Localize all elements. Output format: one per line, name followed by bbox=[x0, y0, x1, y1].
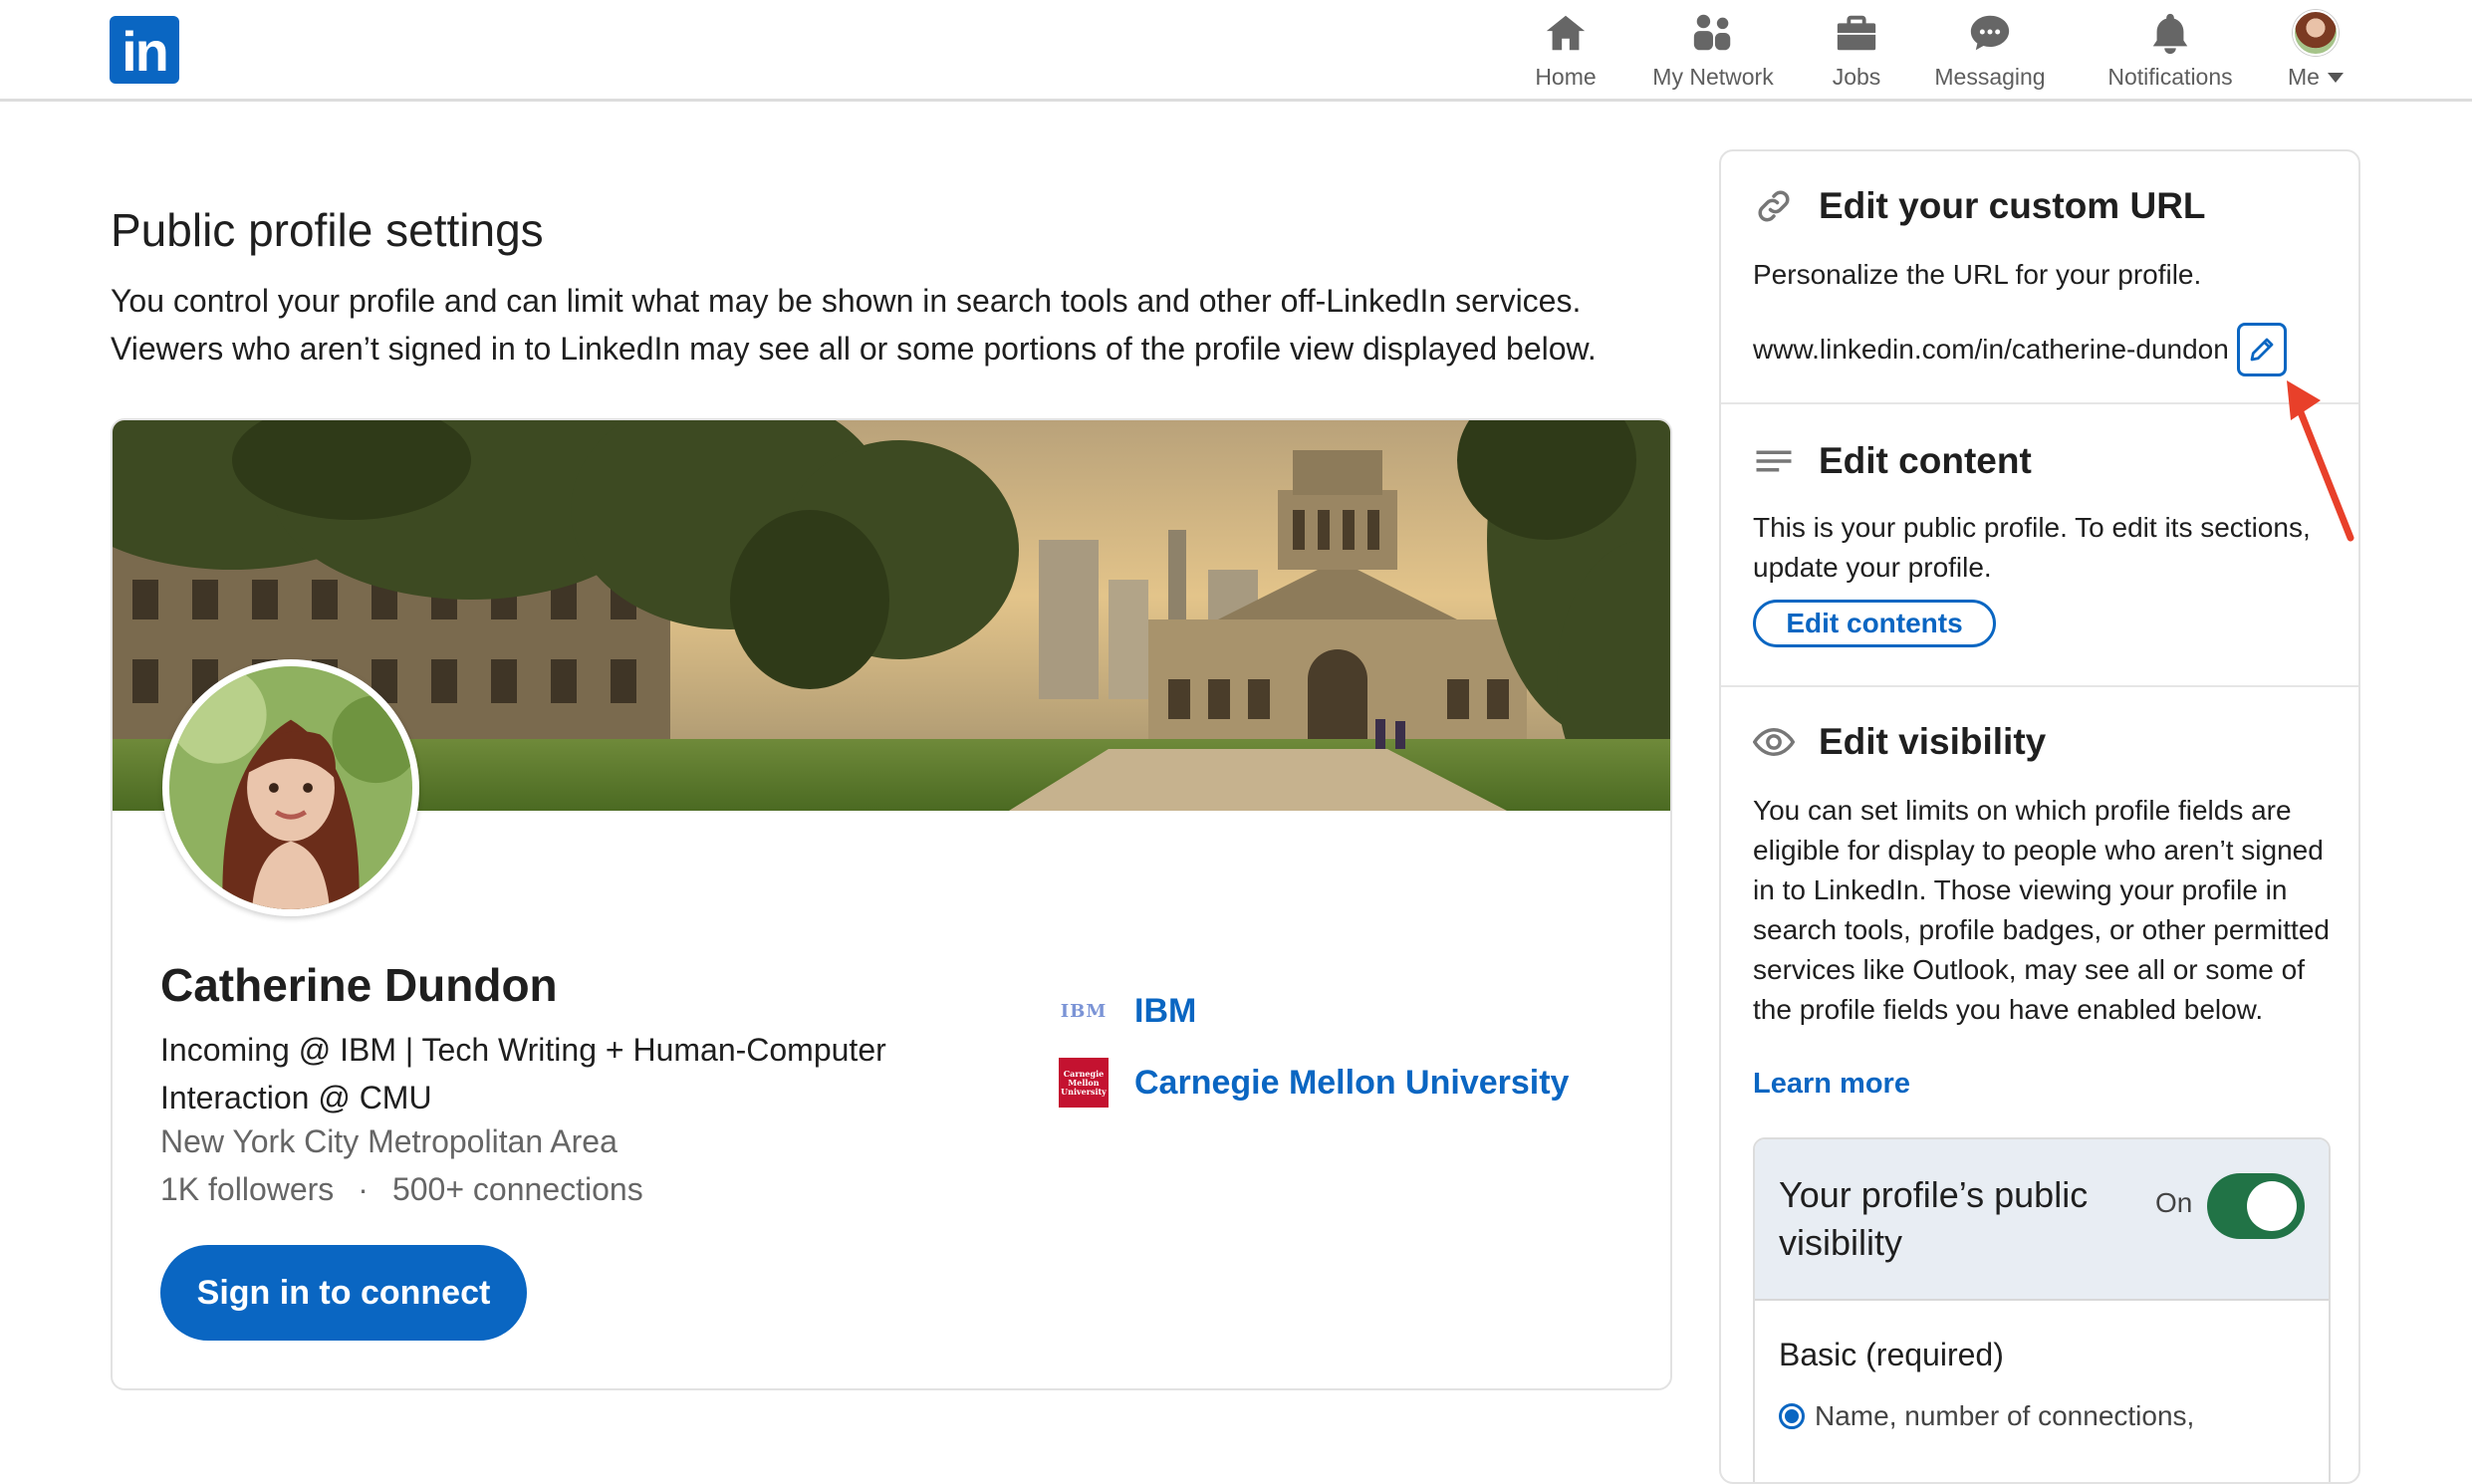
learn-more-link[interactable]: Learn more bbox=[1753, 1068, 1910, 1101]
briefcase-icon bbox=[1837, 15, 1876, 51]
radio-selected-icon[interactable] bbox=[1779, 1403, 1805, 1429]
profile-stats: 1K followers · 500+ connections bbox=[160, 1171, 643, 1208]
public-visibility-toggle[interactable] bbox=[2207, 1173, 2305, 1239]
edit-visibility-desc: You can set limits on which profile fiel… bbox=[1753, 795, 2330, 1025]
settings-panel: Edit your custom URL Personalize the URL… bbox=[1719, 149, 2360, 1484]
custom-url-section: Edit your custom URL Personalize the URL… bbox=[1721, 151, 2358, 404]
edit-content-desc: This is your public profile. To edit its… bbox=[1753, 512, 2311, 583]
custom-url-desc: Personalize the URL for your profile. bbox=[1753, 259, 2202, 290]
network-icon bbox=[1693, 14, 1731, 51]
edit-url-button[interactable] bbox=[2236, 323, 2287, 376]
nav-jobs[interactable]: Jobs bbox=[1821, 6, 1892, 94]
profile-avatar bbox=[162, 659, 419, 916]
lines-icon bbox=[1756, 450, 1792, 472]
me-label: Me bbox=[2288, 64, 2320, 90]
eye-icon bbox=[1753, 727, 1795, 757]
public-visibility-box: Your profile’s public visibility On Basi… bbox=[1753, 1137, 2331, 1482]
custom-url-row: www.linkedin.com/in/catherine-dundon bbox=[1753, 323, 2287, 376]
toggle-state-label: On bbox=[2155, 1187, 2193, 1218]
page-title: Public profile settings bbox=[111, 204, 544, 256]
org-carnegie-mellon[interactable]: Carnegie Mellon University Carnegie Mell… bbox=[1059, 1058, 1569, 1108]
home-icon bbox=[1546, 15, 1586, 51]
link-icon bbox=[1758, 190, 1790, 222]
public-profile-card: Catherine Dundon Incoming @ IBM | Tech W… bbox=[111, 418, 1672, 1390]
basic-required-label: Basic (required) bbox=[1779, 1337, 2004, 1372]
edit-content-section: Edit content This is your public profile… bbox=[1721, 404, 2358, 687]
me-avatar bbox=[2293, 10, 2339, 56]
linkedin-logo[interactable]: in bbox=[110, 16, 179, 84]
messaging-icon bbox=[1970, 15, 2010, 51]
basic-item-label: Name, number of connections, bbox=[1815, 1400, 2195, 1431]
annotation-arrow-icon bbox=[2287, 380, 2354, 542]
profile-name: Catherine Dundon bbox=[160, 959, 558, 1011]
public-visibility-title: Your profile’s public visibility bbox=[1779, 1174, 2089, 1263]
org-name: Carnegie Mellon University bbox=[1134, 1063, 1570, 1102]
toggle-knob bbox=[2247, 1181, 2297, 1231]
custom-url-title: Edit your custom URL bbox=[1819, 185, 2206, 226]
custom-url-value: www.linkedin.com/in/catherine-dundon bbox=[1753, 334, 2229, 365]
connections-count: 500+ connections bbox=[391, 1171, 643, 1207]
intro-text: You control your profile and can limit w… bbox=[111, 283, 1597, 367]
nav-my-network[interactable]: My Network bbox=[1643, 6, 1783, 94]
nav-me[interactable]: Me bbox=[2281, 6, 2350, 94]
profile-location: New York City Metropolitan Area bbox=[160, 1123, 618, 1159]
public-visibility-header: Your profile’s public visibility On bbox=[1755, 1139, 2329, 1301]
profile-headline: Incoming @ IBM | Tech Writing + Human-Co… bbox=[160, 1032, 886, 1115]
top-navbar: in Home My Network Jobs Messaging Notifi… bbox=[0, 0, 2472, 102]
ibm-logo-icon: IBM bbox=[1060, 1000, 1108, 1022]
org-ibm[interactable]: IBM IBM bbox=[1059, 986, 1197, 1036]
stats-separator: · bbox=[358, 1171, 369, 1207]
nav-home[interactable]: Home bbox=[1530, 6, 1602, 94]
nav-notifications[interactable]: Notifications bbox=[2098, 6, 2243, 94]
edit-contents-button[interactable]: Edit contents bbox=[1753, 600, 1996, 647]
nav-messaging[interactable]: Messaging bbox=[1922, 6, 2058, 94]
edit-content-title: Edit content bbox=[1819, 440, 2032, 481]
followers-count: 1K followers bbox=[160, 1171, 335, 1207]
edit-visibility-title: Edit visibility bbox=[1819, 721, 2047, 762]
org-name: IBM bbox=[1134, 991, 1197, 1030]
bell-icon bbox=[2152, 13, 2188, 55]
cmu-logo-icon: Carnegie Mellon University bbox=[1059, 1058, 1109, 1108]
basic-radio-row[interactable]: Name, number of connections, bbox=[1779, 1400, 2194, 1432]
caret-down-icon bbox=[2327, 73, 2344, 83]
pencil-icon bbox=[2250, 338, 2274, 362]
sign-in-to-connect-button[interactable]: Sign in to connect bbox=[160, 1245, 527, 1341]
